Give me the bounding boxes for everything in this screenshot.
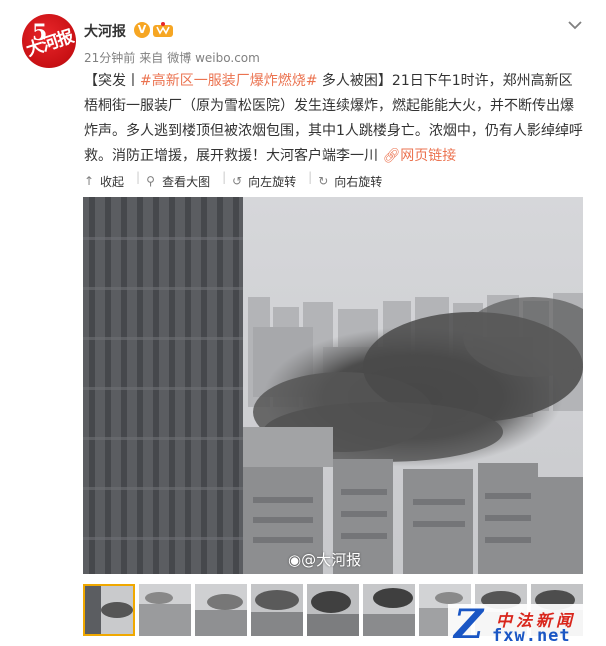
source-prefix: 来自	[139, 51, 164, 65]
rotate-right-button[interactable]: ↻ 向右旋转	[318, 170, 382, 192]
thumbnail-3[interactable]	[195, 584, 247, 636]
image-actions: ↑ 收起 | ⚲ 查看大图 | ↺ 向左旋转 | ↻ 向右旋转	[84, 170, 394, 192]
divider: |	[308, 170, 313, 184]
link-icon[interactable]: 🔗︎	[382, 148, 400, 164]
collapse-icon: ↑	[84, 174, 95, 188]
post-source[interactable]: 微博 weibo.com	[167, 51, 260, 65]
post-header: 5 大河报 大河报 V 21分钟前 来自 微博 weibo.com	[0, 0, 606, 70]
rotate-left-button[interactable]: ↺ 向左旋转	[232, 170, 296, 192]
weibo-logo-icon: ◉	[288, 551, 302, 569]
thumbnail-image	[139, 584, 191, 636]
post-meta: 21分钟前 来自 微博 weibo.com	[84, 49, 264, 66]
hashtag-link[interactable]: #高新区一服装厂爆炸燃烧#	[140, 73, 317, 89]
rotate-right-icon: ↻	[318, 174, 329, 188]
avatar-logo-text: 大河报	[23, 26, 76, 61]
magnify-icon: ⚲	[146, 174, 155, 188]
thumbnail-image	[251, 584, 303, 636]
collapse-button[interactable]: ↑ 收起	[84, 170, 124, 192]
thumbnail-image	[85, 586, 133, 634]
photo-watermark: ◉@大河报	[288, 549, 361, 570]
chevron-down-icon[interactable]	[566, 16, 584, 34]
post-text: 【突发丨#高新区一服装厂爆炸燃烧# 多人被困】21日下午1时许，郑州高新区梧桐街…	[84, 69, 584, 169]
rotate-left-label: 向左旋转	[248, 174, 297, 189]
thumbnail-image	[195, 584, 247, 636]
thumbnail-2[interactable]	[139, 584, 191, 636]
divider: |	[222, 170, 227, 184]
site-logo-letter: Z	[454, 601, 484, 646]
site-logo-url: fxw.net	[492, 626, 571, 646]
rotate-left-icon: ↺	[232, 174, 243, 188]
verified-v-icon: V	[134, 22, 150, 38]
member-crown-icon[interactable]	[152, 21, 174, 38]
watermark-text: @大河报	[301, 551, 362, 569]
headline-rest: 多人被困】	[317, 73, 392, 89]
post-time[interactable]: 21分钟前	[84, 51, 135, 65]
rotate-right-label: 向右旋转	[334, 174, 383, 189]
headline-open: 【突发丨	[84, 73, 140, 89]
site-watermark-logo: Z 中法新闻 fxw.net	[448, 604, 606, 646]
thumbnail-image	[363, 584, 415, 636]
view-large-label: 查看大图	[162, 174, 211, 189]
divider: |	[136, 170, 141, 184]
thumbnail-5[interactable]	[307, 584, 359, 636]
username[interactable]: 大河报	[84, 21, 126, 41]
avatar[interactable]: 5 大河报	[22, 14, 76, 68]
thumbnail-1[interactable]	[83, 584, 135, 636]
thumbnail-6[interactable]	[363, 584, 415, 636]
view-large-button[interactable]: ⚲ 查看大图	[146, 170, 210, 192]
thumbnail-4[interactable]	[251, 584, 303, 636]
collapse-label: 收起	[100, 174, 125, 189]
web-link[interactable]: 网页链接	[400, 148, 456, 164]
thumbnail-image	[307, 584, 359, 636]
photo-scene	[83, 197, 583, 574]
main-photo[interactable]	[83, 197, 583, 574]
